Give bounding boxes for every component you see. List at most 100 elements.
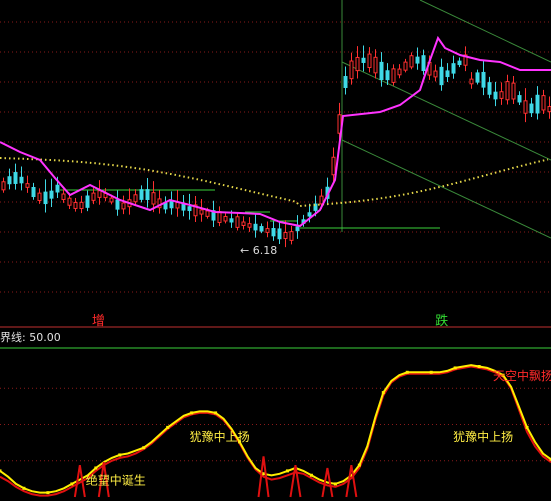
candle-body [403, 61, 408, 71]
panel-divider [0, 326, 551, 349]
oscillator-point [46, 491, 50, 495]
oscillator-annotation: 犹豫中上扬 [453, 429, 513, 444]
candle [31, 182, 36, 200]
candle [433, 64, 438, 82]
candle-body [349, 60, 354, 80]
candle-body [169, 200, 174, 209]
candle [19, 166, 24, 191]
candle-body [205, 210, 210, 217]
candle-body [235, 216, 240, 228]
candle-body [385, 70, 390, 81]
candle [247, 217, 252, 232]
candle [391, 64, 396, 86]
oscillator-point [309, 473, 313, 477]
candle-body [97, 190, 102, 198]
candlesticks [1, 45, 551, 248]
candle [85, 190, 90, 212]
candle-body [475, 72, 480, 83]
oscillator-point [429, 370, 433, 374]
candle-body [277, 228, 282, 240]
candle-body [451, 63, 456, 74]
oscillator-point [525, 425, 529, 429]
candle [169, 191, 174, 215]
candle-body [133, 194, 138, 203]
candle [121, 195, 126, 215]
oscillator-annotation: 天空中飘扬 [493, 368, 551, 383]
candle-body [511, 82, 516, 100]
candle [505, 74, 510, 105]
candle-body [109, 197, 114, 203]
candle [241, 216, 246, 230]
channel-top [419, 0, 551, 63]
candle [445, 63, 450, 83]
candle [133, 189, 138, 206]
candle-body [271, 228, 276, 237]
candle [217, 206, 222, 227]
candle [463, 46, 468, 72]
moving-averages [0, 35, 551, 228]
oscillator-point [477, 365, 481, 368]
candle [127, 188, 132, 215]
candle [175, 190, 180, 217]
candle [535, 86, 540, 120]
signal-label: 跌 [435, 313, 448, 329]
candle [193, 196, 198, 222]
candle-body [181, 203, 186, 211]
candle-body [25, 183, 30, 188]
candle-body [223, 215, 228, 222]
candle [373, 49, 378, 79]
candle [79, 195, 84, 214]
oscillator-point [70, 482, 74, 486]
oscillator-point [405, 370, 409, 374]
candle-body [121, 202, 126, 210]
oscillator-point [22, 486, 26, 490]
candle-body [505, 81, 510, 101]
candle-body [331, 156, 336, 176]
candle [403, 58, 408, 73]
candle-body [433, 70, 438, 78]
oscillator-point [453, 366, 457, 370]
candle [457, 57, 462, 68]
candle [517, 91, 522, 105]
oscillator-point [190, 411, 194, 415]
candle-body [367, 53, 372, 69]
candle [277, 221, 282, 245]
candle [211, 200, 216, 228]
candle [253, 213, 258, 238]
candle-body [355, 56, 360, 72]
candle-body [493, 91, 498, 100]
candle [13, 163, 18, 190]
candle-body [295, 226, 300, 232]
candle-body [343, 76, 348, 88]
candle [265, 221, 270, 238]
slow-ma-line [0, 157, 549, 208]
oscillator-point [142, 446, 146, 450]
candle-body [391, 68, 396, 83]
candle [49, 178, 54, 207]
candle [97, 180, 102, 205]
candle-body [1, 181, 6, 191]
candle-body [229, 218, 234, 223]
candle-body [91, 192, 96, 201]
candle-body [487, 82, 492, 95]
candle [481, 60, 486, 96]
upper-labels: ← 6.18 [240, 244, 277, 257]
candle-body [499, 91, 504, 99]
candle [409, 52, 414, 70]
candle-body [175, 202, 180, 209]
stock-chart: ← 6.18 增 跌 界线: 50.00 绝望中诞生 犹豫中上扬 犹豫中上扬 天空中飘扬 [0, 0, 551, 498]
oscillator-point [214, 411, 218, 415]
candle-body [49, 190, 54, 199]
candle-body [187, 206, 192, 212]
candle-body [139, 189, 144, 200]
candle-body [481, 71, 486, 88]
candle [355, 46, 360, 79]
candle [529, 97, 534, 118]
candle-body [73, 201, 78, 209]
candle-body [7, 176, 12, 185]
candle [145, 178, 150, 208]
candle-body [373, 56, 378, 74]
candle-body [115, 199, 120, 210]
candle-body [37, 192, 42, 202]
candle [181, 194, 186, 217]
